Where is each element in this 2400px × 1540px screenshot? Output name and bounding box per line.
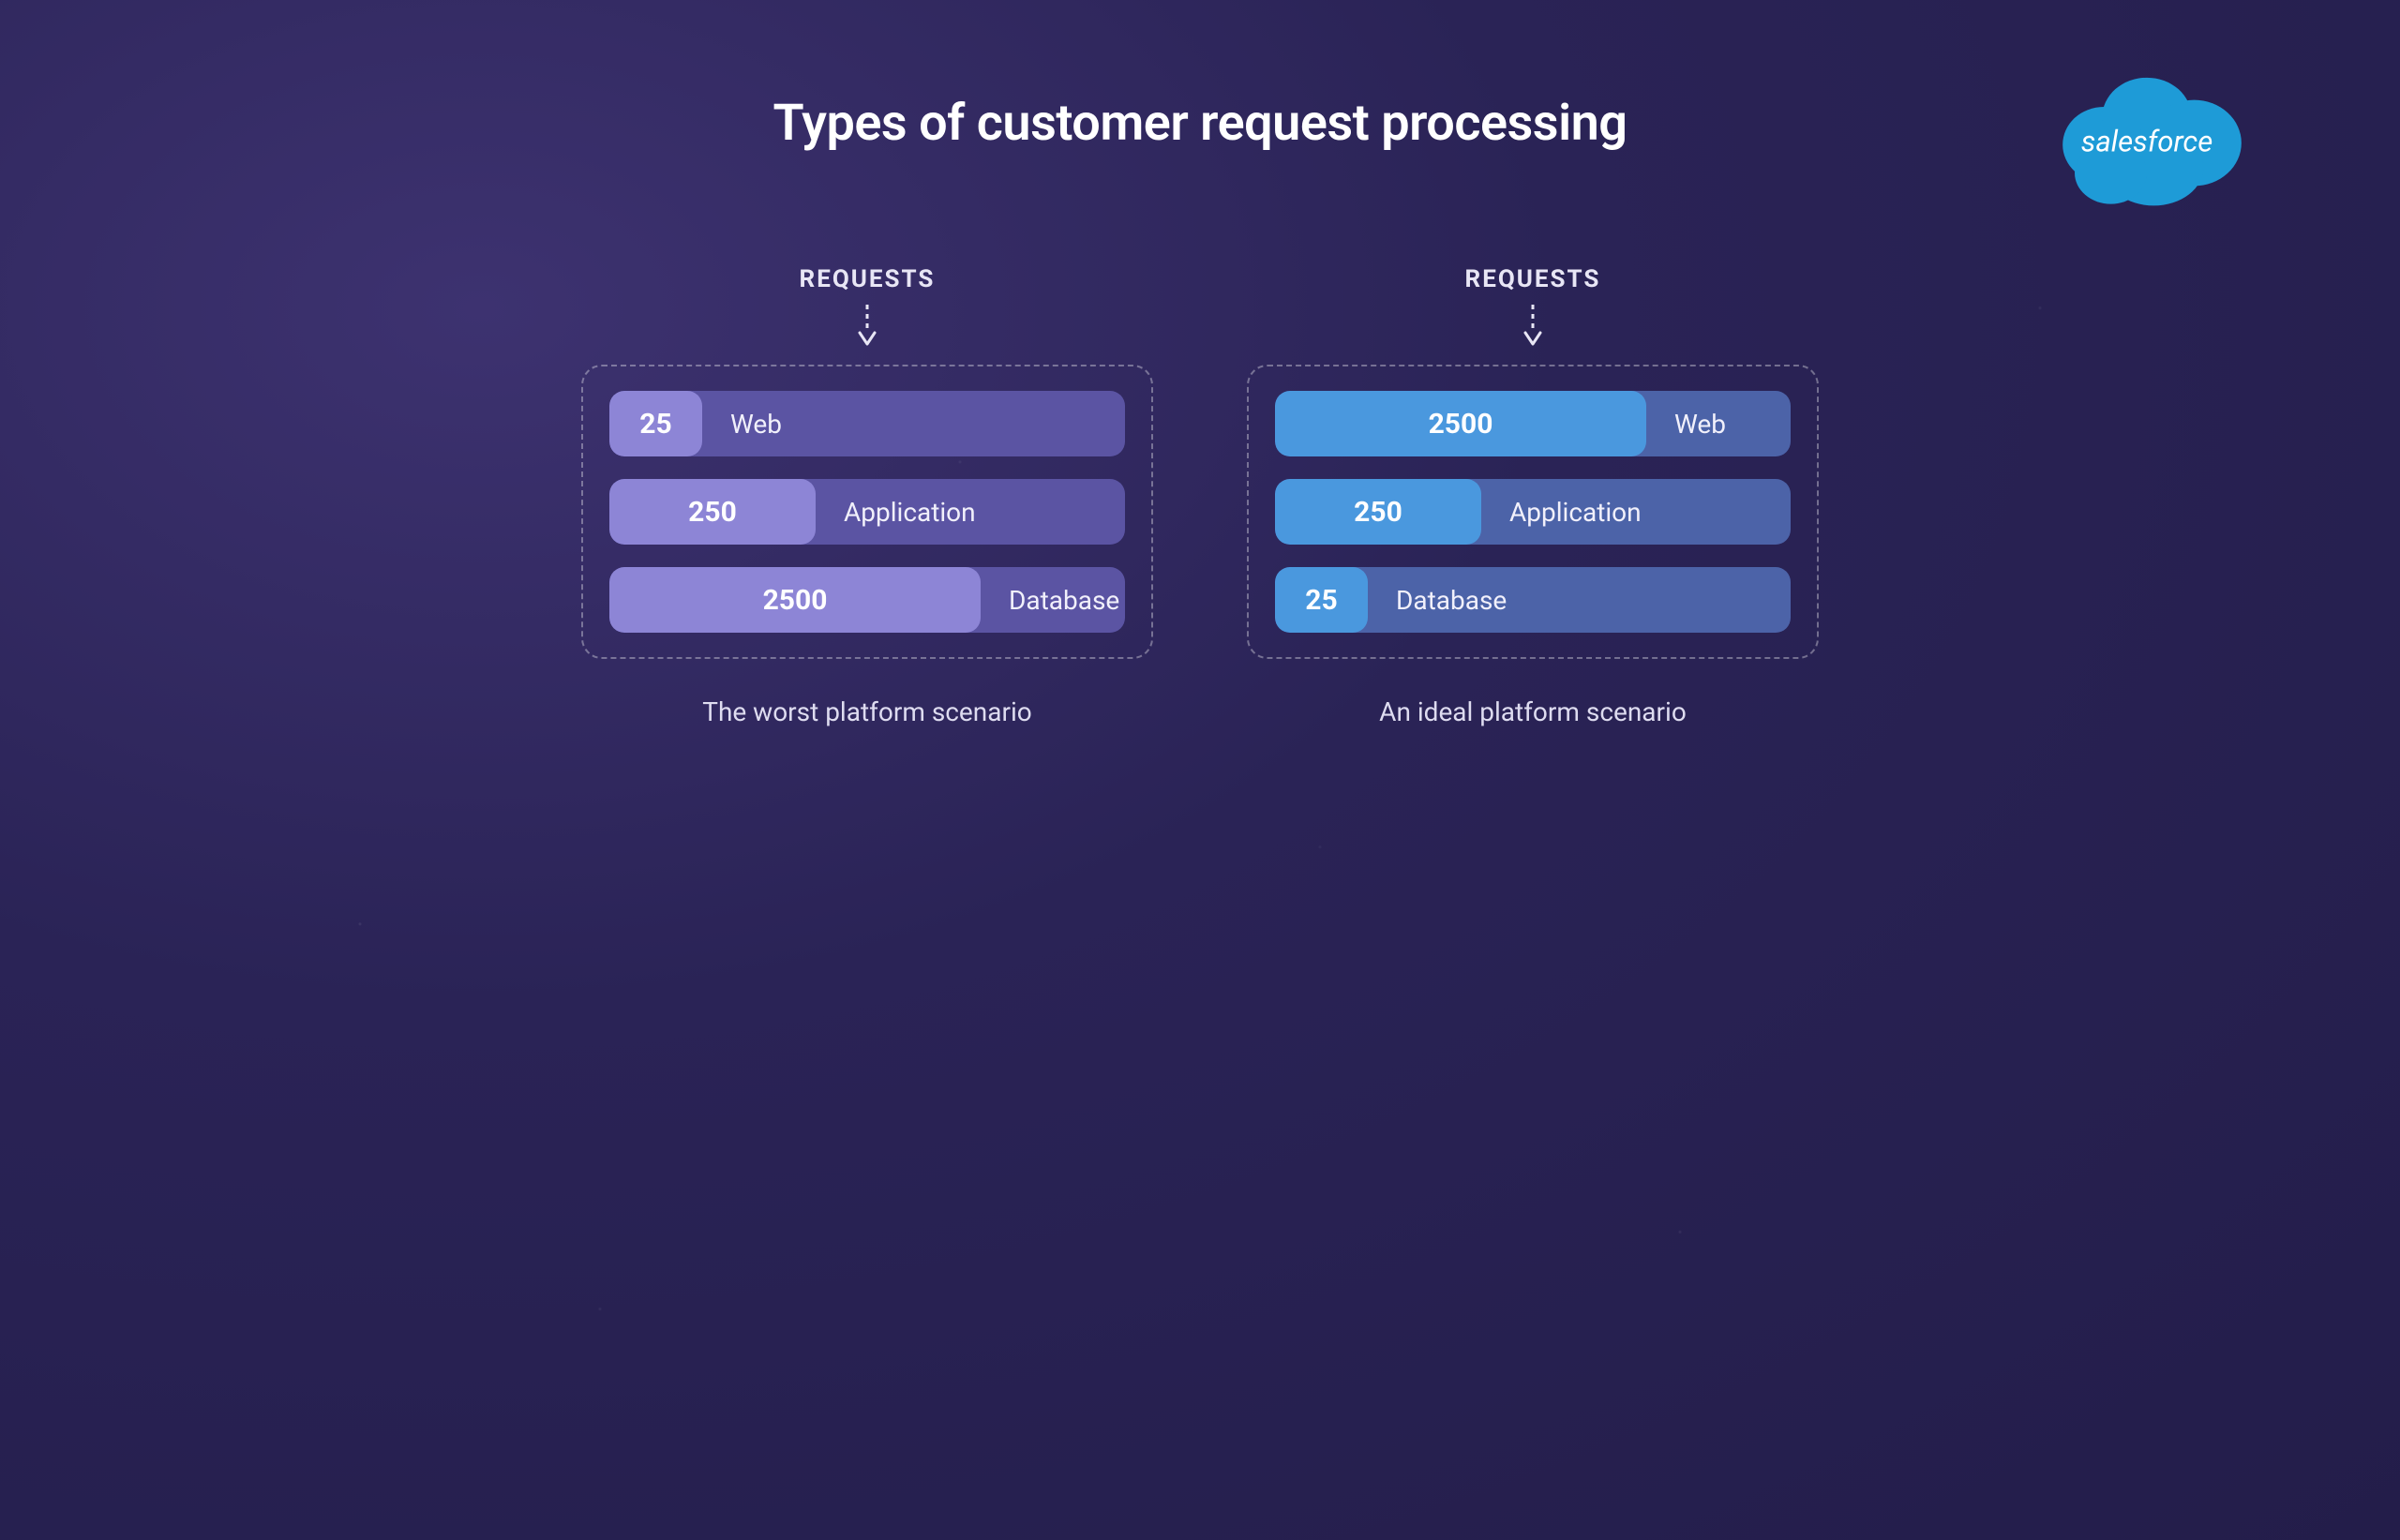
bar-label: Database xyxy=(1009,585,1119,616)
cloud-icon: salesforce xyxy=(2044,66,2250,212)
bar-application: 250 Application xyxy=(1275,479,1791,545)
scenarios-grid: REQUESTS 25 Web 250 Application 2500 xyxy=(150,265,2250,727)
bar-label: Database xyxy=(1396,585,1507,616)
bar-web: 2500 Web xyxy=(1275,391,1791,456)
bar-database: 2500 Database xyxy=(609,567,1125,633)
page-title: Types of customer request processing xyxy=(773,94,1628,153)
bar-value: 250 xyxy=(609,479,816,545)
bar-value: 250 xyxy=(1275,479,1481,545)
scenario-caption: An ideal platform scenario xyxy=(1379,696,1687,727)
bar-value: 2500 xyxy=(609,567,981,633)
bar-application: 250 Application xyxy=(609,479,1125,545)
bar-value: 25 xyxy=(609,391,702,456)
scenario-worst: REQUESTS 25 Web 250 Application 2500 xyxy=(581,265,1153,727)
salesforce-logo: salesforce xyxy=(2044,66,2250,212)
arrow-down-icon xyxy=(1522,303,1543,348)
bar-label: Application xyxy=(1509,497,1642,528)
bar-web: 25 Web xyxy=(609,391,1125,456)
requests-label: REQUESTS xyxy=(800,265,936,293)
bar-value: 2500 xyxy=(1275,391,1646,456)
logo-text: salesforce xyxy=(2081,125,2213,159)
header: Types of customer request processing sal… xyxy=(150,94,2250,153)
bar-label: Web xyxy=(730,409,782,440)
bar-label: Web xyxy=(1674,409,1726,440)
bar-value: 25 xyxy=(1275,567,1368,633)
scenario-worst-box: 25 Web 250 Application 2500 Database xyxy=(581,365,1153,659)
requests-label: REQUESTS xyxy=(1465,265,1601,293)
bar-label: Application xyxy=(844,497,976,528)
arrow-down-icon xyxy=(857,303,878,348)
scenario-ideal-box: 2500 Web 250 Application 25 Database xyxy=(1247,365,1819,659)
scenario-ideal: REQUESTS 2500 Web 250 Application 25 xyxy=(1247,265,1819,727)
scenario-caption: The worst platform scenario xyxy=(702,696,1032,727)
bar-database: 25 Database xyxy=(1275,567,1791,633)
